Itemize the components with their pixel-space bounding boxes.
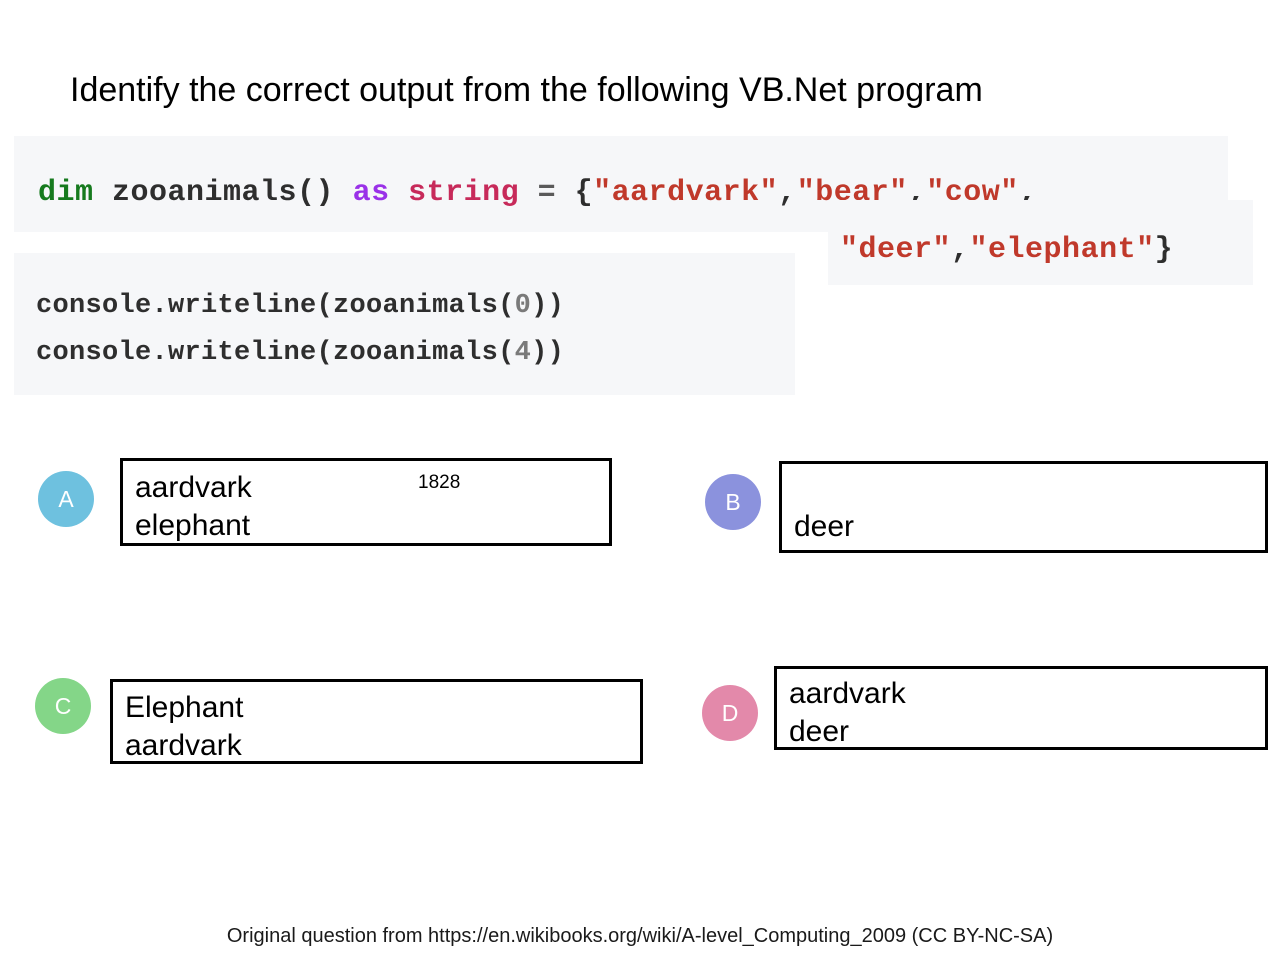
code-token-identifier: zooanimals() [93, 176, 353, 210]
option-d-line-1: aardvark [789, 677, 906, 710]
option-a-line-1: aardvark [135, 471, 252, 504]
option-c-bullet[interactable]: C [35, 678, 91, 734]
option-c-line-2: aardvark [125, 729, 242, 762]
option-a-box[interactable]: aardvark elephant 1828 [120, 458, 612, 546]
option-b-bullet[interactable]: B [705, 474, 761, 530]
option-c-line-1: Elephant [125, 691, 244, 724]
option-b-box[interactable]: deer [779, 461, 1268, 553]
code-line-writeline-0: console.writeline(zooanimals(0)) [36, 291, 564, 321]
code-token-comma-4: , [951, 233, 970, 267]
code-token-writeline-suffix-2: )) [531, 338, 565, 368]
option-d-line-2: deer [789, 715, 850, 748]
code-token-writeline-prefix-1: console.writeline(zooanimals( [36, 291, 515, 321]
code-line-writeline-4: console.writeline(zooanimals(4)) [36, 338, 564, 368]
option-a-bullet[interactable]: A [38, 471, 94, 527]
code-token-open-brace: { [574, 176, 594, 210]
code-token-equals: = [519, 176, 575, 210]
code-token-index-0: 0 [514, 291, 532, 321]
code-token-string-elephant: "elephant" [969, 233, 1155, 267]
code-block-continuation: "deer","elephant"} [828, 200, 1253, 285]
code-token-index-4: 4 [514, 338, 532, 368]
code-line-continuation: "deer","elephant"} [840, 233, 1173, 267]
option-c-box[interactable]: Elephant aardvark [110, 679, 643, 764]
slide-footer-attribution: Original question from https://en.wikibo… [226, 925, 1054, 947]
code-token-type-string: string [389, 176, 520, 210]
option-a-note: 1828 [418, 472, 461, 493]
option-b-line-1: deer [794, 510, 855, 543]
slide-canvas: Identify the correct output from the fol… [0, 0, 1280, 960]
code-block-output-statements: console.writeline(zooanimals(0)) console… [14, 253, 795, 395]
code-token-writeline-prefix-2: console.writeline(zooanimals( [36, 338, 515, 368]
option-d-bullet[interactable]: D [702, 685, 758, 741]
code-token-string-deer: "deer" [840, 233, 952, 267]
code-token-as: as [352, 176, 390, 210]
page-title: Identify the correct output from the fol… [70, 71, 983, 109]
code-token-dim: dim [38, 176, 94, 210]
code-token-writeline-suffix-1: )) [531, 291, 565, 321]
option-a-line-2: elephant [135, 509, 251, 542]
code-token-string-aardvark: "aardvark" [593, 176, 779, 210]
code-token-comma-1: , [778, 176, 797, 210]
code-token-close-brace: } [1154, 233, 1174, 267]
option-d-box[interactable]: aardvark deer [774, 666, 1268, 750]
